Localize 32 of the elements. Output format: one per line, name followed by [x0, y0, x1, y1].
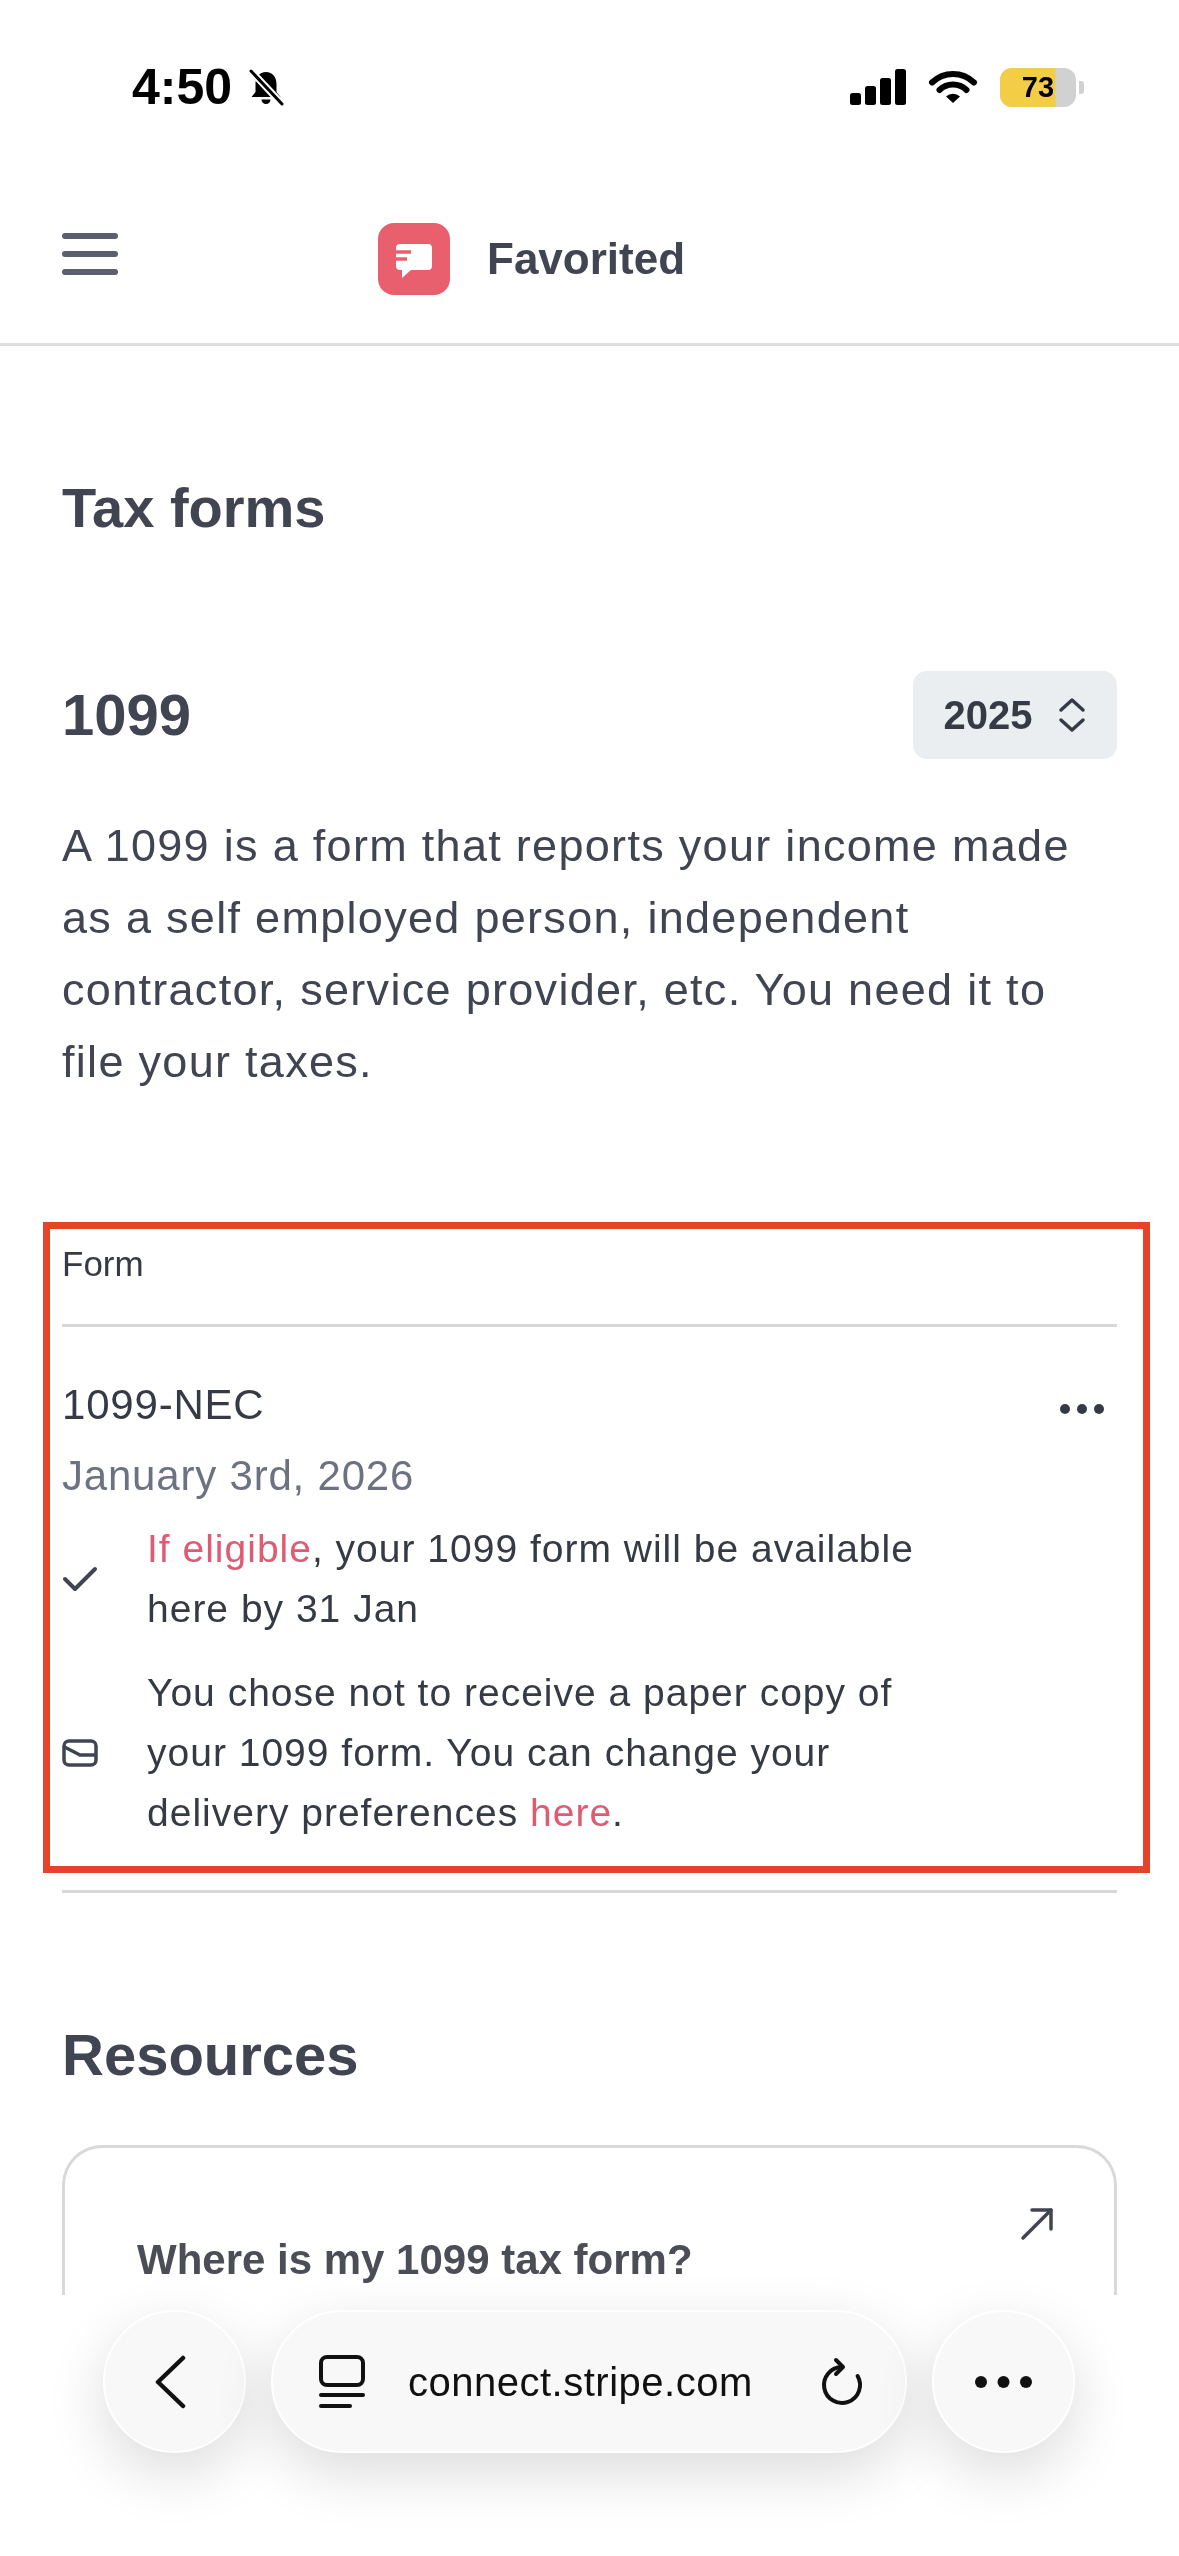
section-title: 1099: [62, 681, 192, 749]
text-link[interactable]: If eligible: [147, 1527, 312, 1570]
address-bar[interactable]: connect.stripe.com: [271, 2310, 907, 2453]
page-title: Tax forms: [62, 475, 327, 541]
note-text: If eligible, your 1099 form will be available here by 31 Jan: [147, 1526, 915, 1632]
wifi-icon: [928, 69, 978, 105]
chevron-up-down-icon: [1058, 697, 1087, 733]
text-link[interactable]: here: [530, 1791, 613, 1834]
form-date: January 3rd, 2026: [62, 1451, 416, 1501]
description-text: A 1099 is a form that reports your income made as a self employed person, independent contractor, service provider, etc. You need it to file your taxes.: [62, 819, 1071, 1089]
chevron-left-icon: [153, 2354, 186, 2409]
section-title: Resources: [62, 2021, 360, 2089]
menu-icon[interactable]: [62, 231, 118, 276]
year-select[interactable]: 2025: [913, 671, 1117, 759]
envelope-icon: [62, 1739, 98, 1767]
header-title: Favorited: [487, 236, 686, 281]
tabs-icon: [318, 2353, 366, 2410]
signal-icon: [850, 69, 906, 105]
more-icon: [975, 2375, 1032, 2388]
status-time: 4:50: [132, 62, 233, 112]
battery-icon: [1000, 67, 1084, 107]
resource-card[interactable]: Where is my 1099 tax form?: [62, 2145, 1117, 2295]
note-text: You chose not to receive a paper copy of your 1099 form. You can change your delivery preferences here.: [147, 1670, 894, 1836]
reload-icon: [819, 2356, 865, 2407]
arrow-up-right-icon: [1020, 2207, 1054, 2241]
more-icon[interactable]: [1060, 1404, 1104, 1414]
form-name: 1099-NEC: [62, 1380, 265, 1430]
column-header: Form: [62, 1244, 144, 1283]
checkmark-icon: [62, 1565, 98, 1593]
chat-bubble-icon: [378, 222, 450, 295]
card-title: Where is my 1099 tax form?: [137, 2236, 693, 2283]
battery-percent: 73: [1021, 72, 1055, 102]
